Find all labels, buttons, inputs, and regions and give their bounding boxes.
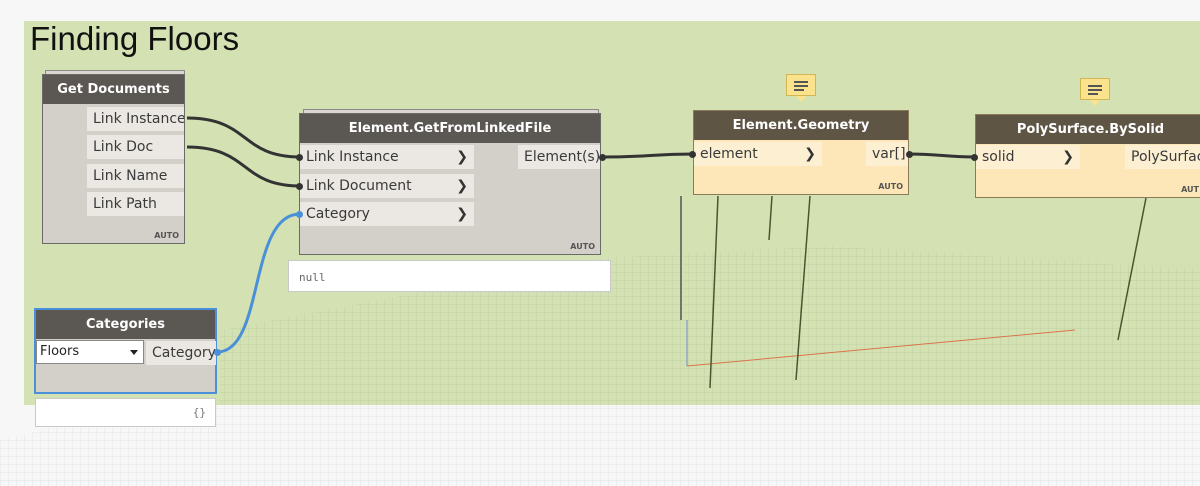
input-solid[interactable]: solid ❯ xyxy=(976,145,1080,169)
wire-elements xyxy=(601,152,695,159)
output-port-dot[interactable] xyxy=(599,154,606,161)
lacing-label: AUTO xyxy=(878,182,903,191)
port-label: solid xyxy=(982,149,1015,165)
wire-link-instance xyxy=(186,116,301,159)
port-label: Link Document xyxy=(306,178,412,194)
node-title[interactable]: Element.Geometry xyxy=(694,111,908,140)
get-documents-node[interactable]: Get Documents Link Instance Link Doc Lin… xyxy=(42,74,185,244)
lacing-label: AUT xyxy=(1181,185,1199,194)
input-port-dot[interactable] xyxy=(689,151,696,158)
polysurface-by-solid-node[interactable]: PolySurface.BySolid solid ❯ PolySurfac A… xyxy=(975,114,1200,198)
output-port-dot[interactable] xyxy=(214,349,221,356)
chevron-down-icon xyxy=(130,350,138,355)
chevron-right-icon: ❯ xyxy=(1062,149,1074,165)
lacing-label: AUTO xyxy=(570,242,595,251)
note-tail xyxy=(796,96,806,102)
input-category[interactable]: Category ❯ xyxy=(300,202,474,226)
wire-geometry xyxy=(907,152,977,159)
input-element[interactable]: element ❯ xyxy=(694,142,822,166)
note-tail xyxy=(1090,100,1100,106)
node-title[interactable]: Categories xyxy=(36,310,215,339)
output-var[interactable]: var[] xyxy=(866,142,908,166)
input-port-dot[interactable] xyxy=(296,183,303,190)
lacing-label: AUTO xyxy=(154,231,179,240)
output-link-doc[interactable]: Link Doc xyxy=(87,135,184,159)
input-link-document[interactable]: Link Document ❯ xyxy=(300,174,474,198)
chevron-right-icon: ❯ xyxy=(456,149,468,165)
node-title[interactable]: PolySurface.BySolid xyxy=(976,115,1200,144)
chevron-right-icon: ❯ xyxy=(804,146,816,162)
preview-bubble: null xyxy=(288,260,611,292)
output-port-dot[interactable] xyxy=(906,151,913,158)
preview-bubble: {} xyxy=(35,398,216,427)
element-geometry-node[interactable]: Element.Geometry element ❯ var[] AUTO xyxy=(693,110,909,195)
chevron-right-icon: ❯ xyxy=(456,178,468,194)
output-link-name[interactable]: Link Name xyxy=(87,164,184,188)
category-dropdown[interactable]: Floors xyxy=(36,340,144,364)
output-link-path[interactable]: Link Path xyxy=(87,192,184,216)
output-link-instance[interactable]: Link Instance xyxy=(87,107,184,131)
port-label: Category xyxy=(306,206,370,222)
output-polysurface[interactable]: PolySurfac xyxy=(1125,145,1200,169)
output-category[interactable]: Category xyxy=(146,341,216,365)
input-link-instance[interactable]: Link Instance ❯ xyxy=(300,145,474,169)
note-icon[interactable] xyxy=(786,74,816,96)
dropdown-value: Floors xyxy=(40,344,80,359)
note-icon[interactable] xyxy=(1080,78,1110,100)
output-elements[interactable]: Element(s) xyxy=(518,145,600,169)
wire-link-document xyxy=(186,145,301,188)
node-title[interactable]: Get Documents xyxy=(43,75,184,104)
port-label: element xyxy=(700,146,758,162)
node-title[interactable]: Element.GetFromLinkedFile xyxy=(300,114,600,143)
port-label: Link Instance xyxy=(306,149,399,165)
input-port-dot[interactable] xyxy=(296,211,303,218)
preview-value: {} xyxy=(192,406,206,419)
get-from-linked-file-node[interactable]: Element.GetFromLinkedFile Link Instance … xyxy=(299,113,601,255)
chevron-right-icon: ❯ xyxy=(456,206,468,222)
input-port-dot[interactable] xyxy=(971,154,978,161)
input-port-dot[interactable] xyxy=(296,154,303,161)
